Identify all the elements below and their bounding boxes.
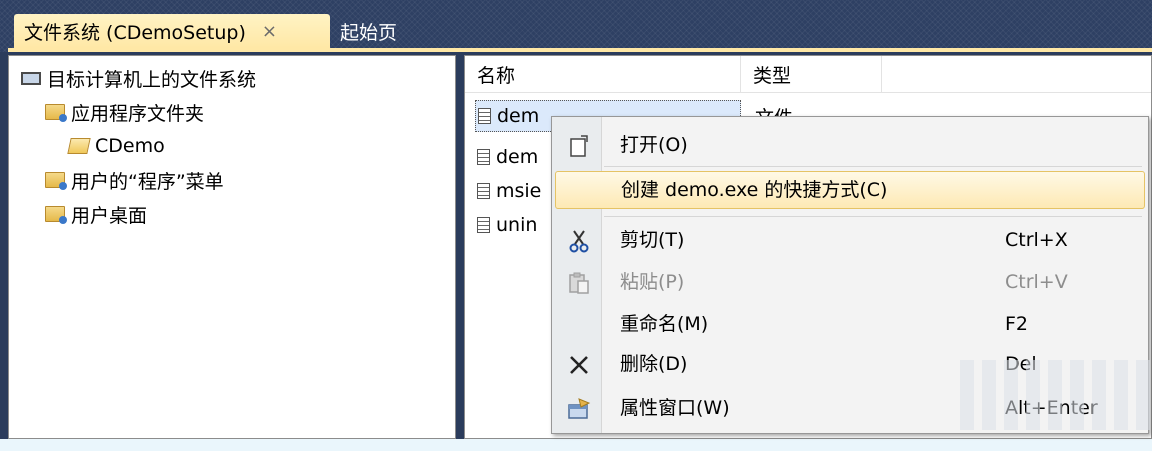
document-tab-bar: 文件系统 (CDemoSetup) × 起始页 (0, 0, 1152, 52)
menu-item-label: 创建 demo.exe 的快捷方式(C) (621, 179, 888, 201)
bottom-strip (0, 439, 1152, 451)
file-name: dem (497, 105, 540, 127)
menu-item-label: 属性窗口(W) (620, 397, 730, 419)
menu-item-paste[interactable]: 粘贴(P) Ctrl+V (555, 263, 1145, 301)
folder-open-icon (67, 138, 91, 154)
tree-item-label: 用户的“程序”菜单 (71, 170, 224, 193)
properties-icon (567, 397, 591, 421)
delete-x-icon (567, 353, 591, 377)
tree-item-app-folder[interactable]: 应用程序文件夹 (45, 96, 204, 128)
tree-item-label: 目标计算机上的文件系统 (47, 68, 257, 91)
file-row[interactable]: unin (477, 209, 537, 241)
menu-item-label: 删除(D) (620, 353, 688, 375)
scissors-icon (567, 229, 591, 253)
tree-item-cdemo[interactable]: CDemo (67, 130, 165, 162)
file-name: msie (496, 180, 542, 202)
tree-item-programs-menu[interactable]: 用户的“程序”菜单 (45, 164, 224, 196)
menu-item-delete[interactable]: 删除(D) Del (555, 345, 1145, 383)
menu-item-create-shortcut[interactable]: 创建 demo.exe 的快捷方式(C) (555, 171, 1145, 209)
file-row[interactable]: dem (477, 141, 538, 173)
computer-icon (21, 71, 41, 85)
tree-item-desktop[interactable]: 用户桌面 (45, 198, 147, 230)
menu-separator (604, 166, 1142, 167)
file-icon (478, 108, 491, 124)
menu-item-shortcut: F2 (1005, 313, 1029, 335)
tree-item-label: 应用程序文件夹 (71, 102, 205, 125)
file-name: dem (496, 146, 539, 168)
menu-item-open[interactable]: 打开(O) (555, 126, 1145, 164)
folder-closed-icon (45, 206, 67, 224)
tree-item-label: CDemo (95, 135, 165, 157)
menu-item-shortcut: Ctrl+V (1005, 271, 1068, 293)
paste-icon (567, 271, 591, 295)
context-menu: 打开(O) 创建 demo.exe 的快捷方式(C) 剪切(T) Ctrl+X (551, 116, 1149, 434)
menu-item-cut[interactable]: 剪切(T) Ctrl+X (555, 221, 1145, 259)
ide-window: 文件系统 (CDemoSetup) × 起始页 目标计算机上的文件系统 应用程序… (0, 0, 1152, 451)
file-list-header: 名称 类型 (465, 56, 1151, 93)
tree-item-root[interactable]: 目标计算机上的文件系统 (21, 62, 256, 94)
menu-item-label: 粘贴(P) (620, 271, 685, 293)
tab-start-page[interactable]: 起始页 (334, 14, 397, 48)
tab-file-system-label: 文件系统 (CDemoSetup) (24, 21, 246, 44)
open-file-icon (567, 134, 591, 158)
file-icon (477, 217, 490, 233)
file-icon (477, 149, 490, 165)
folder-closed-icon (45, 172, 67, 190)
menu-item-label: 剪切(T) (620, 229, 685, 251)
menu-item-shortcut: Del (1005, 353, 1037, 375)
tab-strip-underline (8, 48, 1152, 52)
menu-item-shortcut: Ctrl+X (1005, 229, 1068, 251)
tab-start-page-label: 起始页 (340, 21, 398, 44)
folder-closed-icon (45, 104, 67, 122)
menu-item-label: 打开(O) (620, 134, 688, 156)
pane-splitter[interactable] (456, 55, 464, 439)
menu-item-rename[interactable]: 重命名(M) F2 (555, 305, 1145, 343)
menu-item-properties[interactable]: 属性窗口(W) Alt+Enter (555, 389, 1145, 427)
menu-separator (604, 216, 1142, 217)
file-row[interactable]: msie (477, 175, 541, 207)
file-name: unin (496, 214, 538, 236)
tree-item-label: 用户桌面 (71, 204, 148, 227)
tab-file-system[interactable]: 文件系统 (CDemoSetup) × (14, 14, 330, 48)
file-system-tree[interactable]: 目标计算机上的文件系统 应用程序文件夹 CDemo 用户的“程序”菜单 用户桌面 (8, 55, 456, 439)
menu-item-shortcut: Alt+Enter (1005, 397, 1098, 419)
column-header-name[interactable]: 名称 (465, 56, 741, 92)
file-icon (477, 183, 490, 199)
menu-item-label: 重命名(M) (620, 313, 709, 335)
column-header-type[interactable]: 类型 (741, 56, 882, 92)
close-icon[interactable]: × (262, 21, 277, 42)
